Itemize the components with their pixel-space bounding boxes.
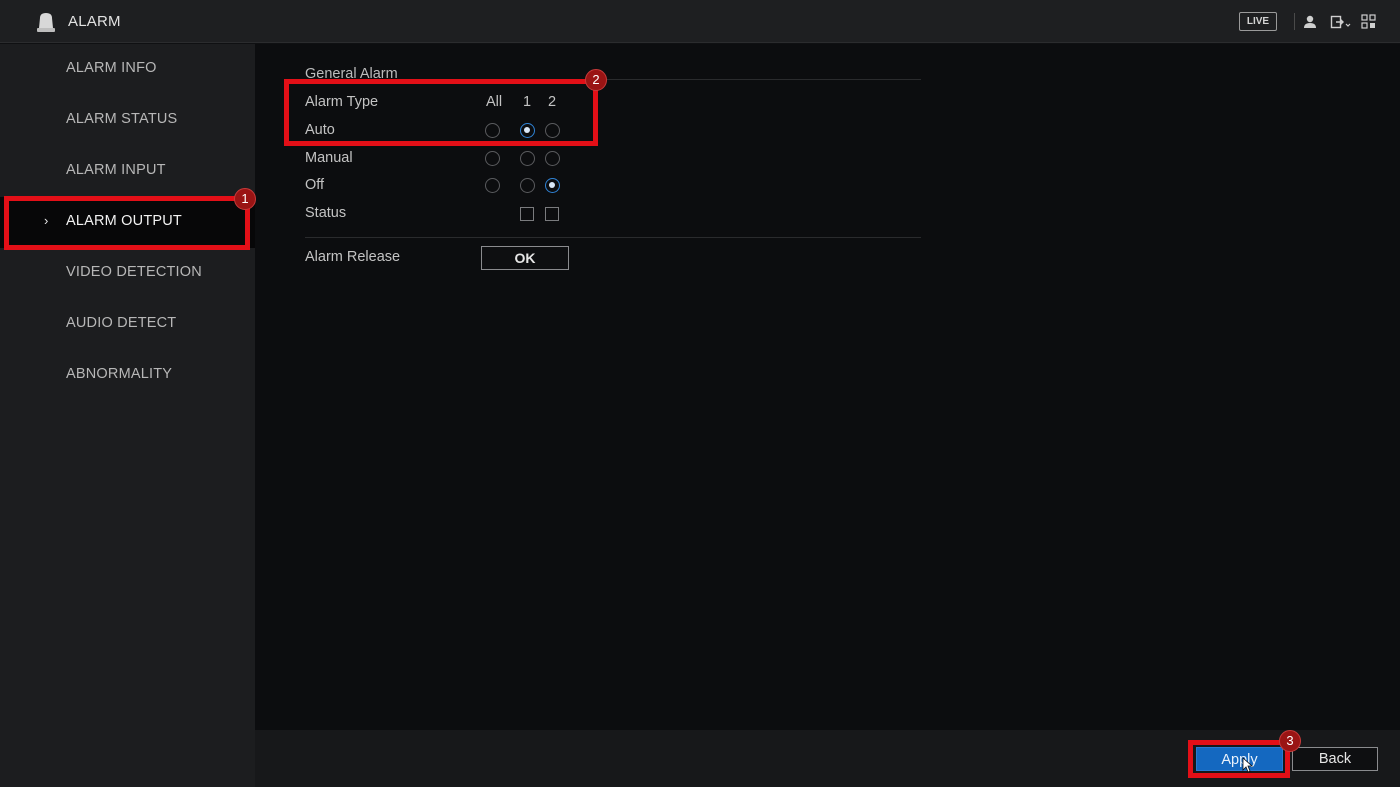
- sidebar-item-alarm-status[interactable]: ALARM STATUS: [0, 95, 255, 146]
- status-checkbox-1: [520, 207, 534, 221]
- sidebar-item-video-detection[interactable]: VIDEO DETECTION: [0, 248, 255, 299]
- sidebar-item-label: ALARM INPUT: [66, 162, 166, 178]
- radio-off-all[interactable]: [485, 178, 500, 193]
- sidebar-item-label: ALARM STATUS: [66, 111, 178, 127]
- annotation-badge-2: 2: [585, 69, 607, 91]
- annotation-badge-1: 1: [234, 188, 256, 210]
- sidebar: ALARM INFO ALARM STATUS ALARM INPUT › AL…: [0, 44, 255, 787]
- sidebar-item-abnormality[interactable]: ABNORMALITY: [0, 350, 255, 401]
- section-divider: [305, 237, 921, 238]
- sidebar-item-label: ALARM INFO: [66, 60, 157, 76]
- sidebar-item-audio-detect[interactable]: AUDIO DETECT: [0, 299, 255, 350]
- alarm-bell-icon: [37, 13, 55, 32]
- app-title: ALARM: [68, 13, 121, 30]
- radio-off-1[interactable]: [520, 178, 535, 193]
- user-icon[interactable]: [1301, 13, 1319, 31]
- sidebar-item-alarm-input[interactable]: ALARM INPUT: [0, 146, 255, 197]
- radio-manual-all[interactable]: [485, 151, 500, 166]
- annotation-badge-3: 3: [1279, 730, 1301, 752]
- back-button[interactable]: Back: [1292, 747, 1378, 771]
- alarm-release-label: Alarm Release: [305, 249, 401, 265]
- highlight-box-auto-alarm-type: [284, 79, 598, 146]
- row-label-manual: Manual: [305, 150, 353, 166]
- row-label-status: Status: [305, 205, 347, 221]
- main-panel: [255, 44, 1400, 730]
- logout-icon[interactable]: [1330, 13, 1352, 31]
- alarm-release-ok-button[interactable]: OK: [481, 246, 569, 270]
- live-button[interactable]: LIVE: [1239, 12, 1277, 31]
- radio-off-2[interactable]: [545, 178, 560, 193]
- toolbar-divider: [1294, 13, 1295, 30]
- grid-menu-icon[interactable]: [1360, 13, 1378, 31]
- sidebar-item-label: ABNORMALITY: [66, 366, 173, 382]
- sidebar-item-label: VIDEO DETECTION: [66, 264, 202, 280]
- top-bar: ALARM LIVE: [0, 0, 1400, 43]
- sidebar-item-label: AUDIO DETECT: [66, 315, 177, 331]
- highlight-box-alarm-output: [4, 196, 250, 250]
- highlight-box-apply: [1188, 740, 1290, 778]
- radio-manual-2[interactable]: [545, 151, 560, 166]
- row-label-off: Off: [305, 177, 325, 193]
- sidebar-item-alarm-info[interactable]: ALARM INFO: [0, 44, 255, 95]
- status-checkbox-2: [545, 207, 559, 221]
- radio-manual-1[interactable]: [520, 151, 535, 166]
